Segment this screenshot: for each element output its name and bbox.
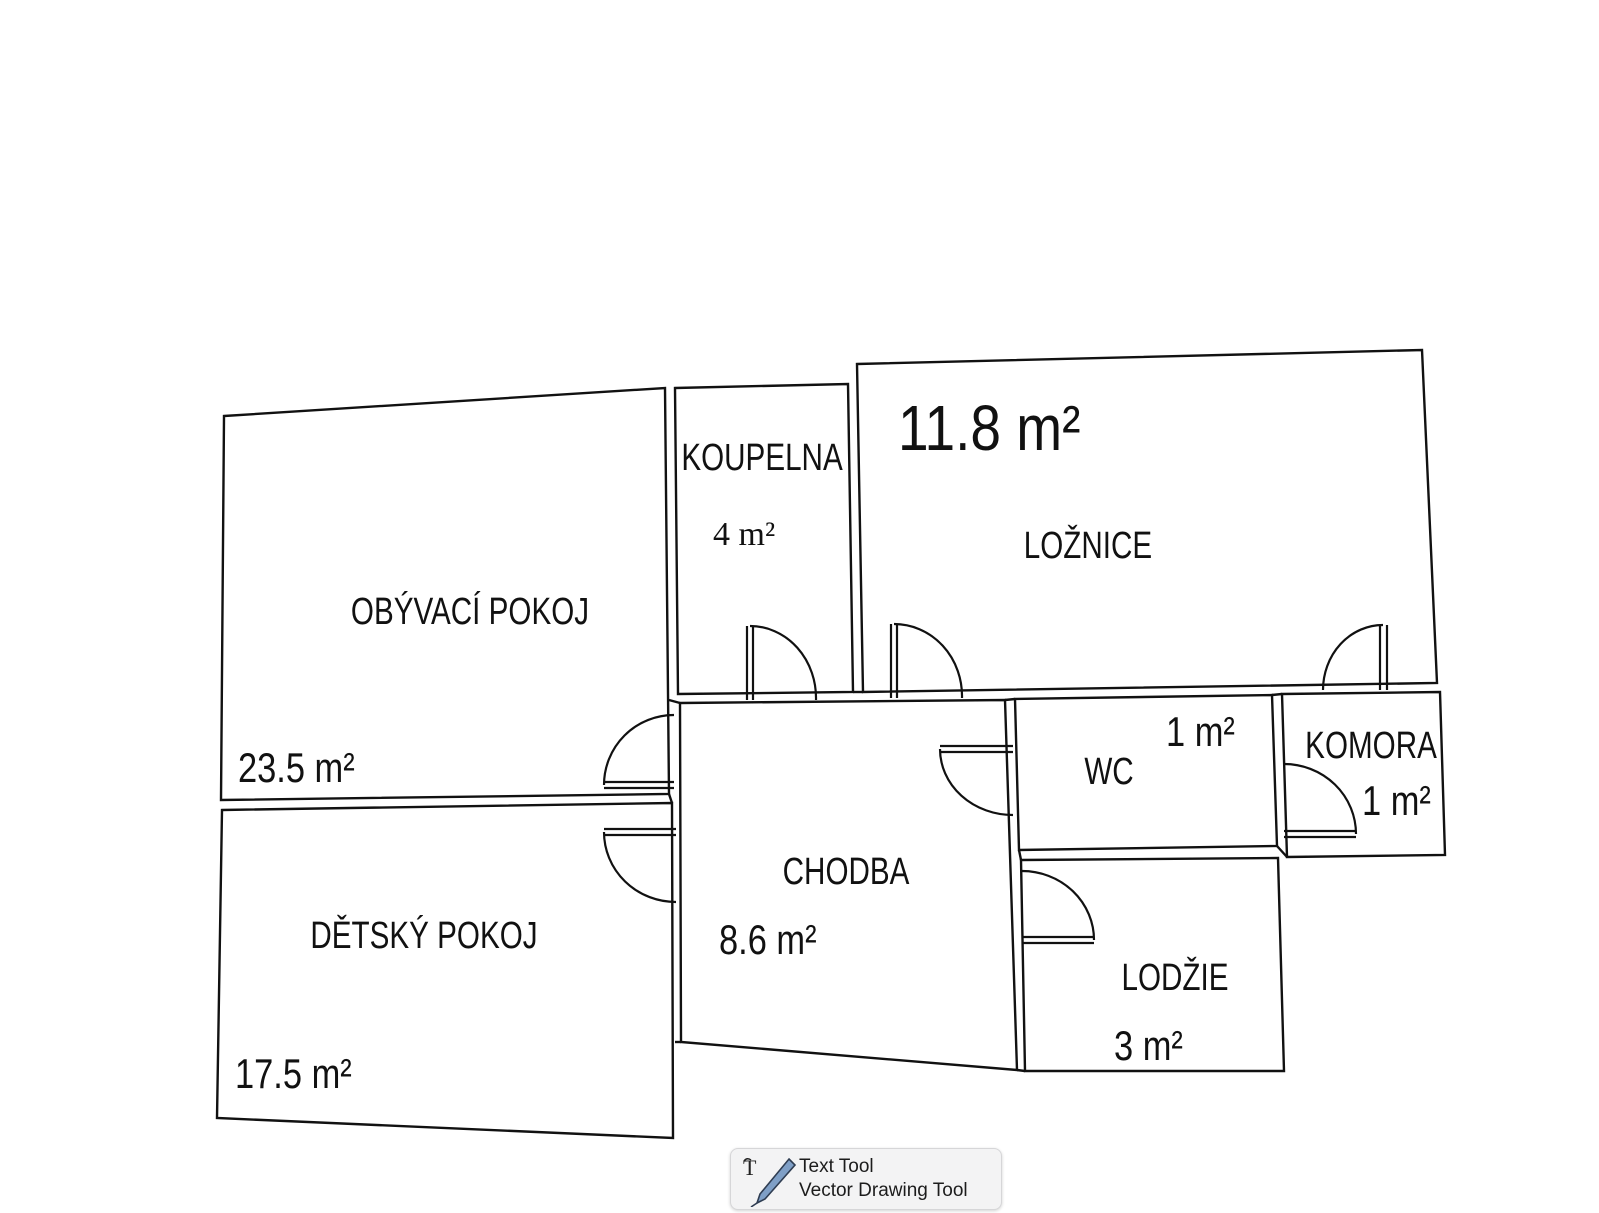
door-wc xyxy=(938,744,1014,817)
area-obyvaci-pokoj: 23.5 m² xyxy=(238,745,355,792)
area-detsky-pokoj: 17.5 m² xyxy=(235,1051,352,1098)
room-komora-outline xyxy=(1280,690,1447,859)
room-name-komora: KOMORA xyxy=(1305,725,1437,767)
area-chodba: 8.6 m² xyxy=(719,917,817,964)
area-komora: 1 m² xyxy=(1362,778,1431,825)
door-koupelna xyxy=(745,624,818,701)
door-obyvaci-pokoj xyxy=(602,713,675,790)
tool-popup: T Text Tool Vector Drawing Tool xyxy=(730,1148,1002,1210)
room-name-chodba: CHODBA xyxy=(783,851,910,893)
door-detsky-pokoj xyxy=(602,827,677,904)
area-wc: 1 m² xyxy=(1166,709,1235,756)
room-wc-outline xyxy=(1013,693,1279,852)
area-koupelna: 4 m² xyxy=(713,516,775,553)
text-and-vector-tool-icon: T xyxy=(741,1155,797,1208)
door-loznice-right xyxy=(1321,623,1389,691)
door-lodzie xyxy=(1021,869,1096,945)
door-loznice-left xyxy=(889,622,964,699)
text-tool-item[interactable]: Text Tool xyxy=(799,1156,874,1178)
room-name-koupelna: KOUPELNA xyxy=(681,437,843,479)
vector-drawing-tool-item[interactable]: Vector Drawing Tool xyxy=(799,1180,968,1202)
room-name-obyvaci-pokoj: OBÝVACÍ POKOJ xyxy=(351,591,589,633)
room-name-lodzie: LODŽIE xyxy=(1121,957,1228,999)
floor-plan: OBÝVACÍ POKOJ KOUPELNA LOŽNICE CHODBA WC… xyxy=(215,348,1447,1140)
door-komora xyxy=(1283,762,1358,839)
room-name-wc: WC xyxy=(1084,751,1133,793)
room-name-detsky-pokoj: DĚTSKÝ POKOJ xyxy=(310,915,537,957)
area-loznice: 11.8 m² xyxy=(898,392,1080,464)
room-name-loznice: LOŽNICE xyxy=(1024,525,1152,567)
area-lodzie: 3 m² xyxy=(1114,1023,1183,1070)
